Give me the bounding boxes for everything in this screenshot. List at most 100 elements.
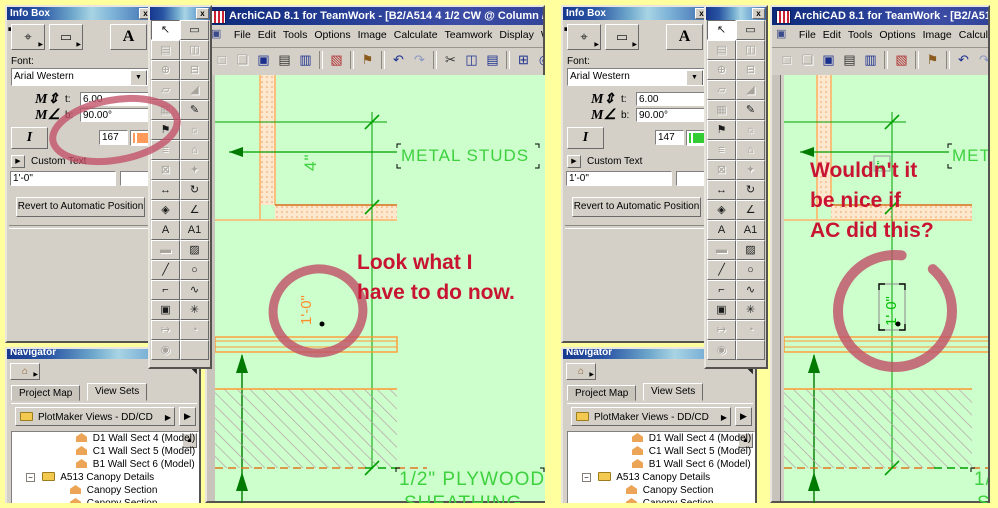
radial-dim-tool-button[interactable]: ↻ [180, 180, 209, 200]
menu-item[interactable]: Display [499, 25, 539, 46]
text-frame-button[interactable]: ▭ ▶ [605, 24, 639, 50]
figure-tool-button[interactable]: ▣ [707, 300, 736, 320]
marquee-tool-button[interactable]: ▭ [736, 20, 765, 40]
arrow-tool-button[interactable]: ↖ [707, 20, 736, 40]
plywood-label-line1[interactable]: 1/2" PLYWOOD [399, 469, 545, 490]
size-field[interactable]: 6.00 [636, 92, 706, 106]
linear-dim-tool-button[interactable]: ↦ [151, 320, 180, 340]
menu-item[interactable]: Calculate [394, 25, 444, 46]
tree-item[interactable]: − Canopy Section [568, 497, 754, 503]
hotspot-tool-button[interactable]: ✳ [736, 300, 765, 320]
text-frame-button[interactable]: ▭ ▶ [49, 24, 83, 50]
new-button[interactable]: □ [211, 50, 232, 71]
next-viewset-button[interactable]: ▶ [179, 407, 196, 426]
pie-tool-button[interactable]: ◔ [736, 320, 765, 340]
dimension-tool-button[interactable]: ↔ [707, 180, 736, 200]
document-window-icon[interactable]: ▣ [211, 27, 221, 40]
dim-1-0-label[interactable]: 1'-0" [298, 295, 315, 325]
tree-item[interactable]: − B1 Wall Sect 6 (Model) [12, 458, 198, 471]
paste-button[interactable]: ▤ [482, 50, 503, 71]
angle-field[interactable]: 90.00° [80, 108, 150, 122]
document-window-icon[interactable]: ▣ [776, 27, 786, 40]
print-button[interactable]: ▤ [839, 50, 860, 71]
lamp-tool-button[interactable]: ☼ [736, 120, 765, 140]
tree-item[interactable]: − C1 Wall Sect 5 (Model) [568, 445, 754, 458]
copy-button[interactable]: ◫ [461, 50, 482, 71]
menu-item[interactable]: File [799, 25, 822, 46]
mesh-tool-button[interactable]: ▦ [707, 100, 736, 120]
dim-1-0-label[interactable]: 1'-0" [883, 296, 900, 326]
close-icon[interactable]: x [752, 8, 765, 19]
angle-field[interactable]: 90.00° [636, 108, 706, 122]
open-button[interactable]: ❏ [797, 50, 818, 71]
plywood-label-line1[interactable]: 1/2" PLYWOOD [974, 469, 990, 490]
cut-button[interactable]: ✂ [440, 50, 461, 71]
publish-button[interactable]: ▧ [326, 50, 347, 71]
font-select[interactable]: Arial Western ▼ [567, 68, 705, 86]
italic-button[interactable]: I [567, 127, 604, 149]
pen-number-field[interactable]: 147 [655, 130, 684, 145]
tab-view-sets[interactable]: View Sets [643, 383, 704, 401]
tree-item[interactable]: − Canopy Section [568, 484, 754, 497]
column-tool-button[interactable]: ⊕ [707, 60, 736, 80]
text-style-button[interactable]: A [110, 24, 147, 50]
stair-tool-button[interactable]: ≡ [707, 140, 736, 160]
polyline-tool-button[interactable]: ⌐ [151, 280, 180, 300]
blank-button[interactable] [180, 340, 209, 360]
fill-tool-button[interactable]: ▨ [736, 240, 765, 260]
collapse-icon[interactable]: − [26, 473, 35, 482]
menu-item[interactable]: Window [541, 25, 543, 46]
roof-tool-button[interactable]: ◢ [736, 80, 765, 100]
undo-button[interactable]: ↶ [388, 50, 409, 71]
slab-tool-button[interactable]: ▱ [707, 80, 736, 100]
drawing-area[interactable]: METAL STUDS 4" 1'-0" [783, 75, 990, 503]
object-tool-button[interactable]: ⌂ [180, 140, 209, 160]
toolpalette-titlebar[interactable]: x [150, 7, 210, 20]
lamp-tool-button[interactable]: ☼ [180, 120, 209, 140]
tree-item[interactable]: − A513 Canopy Details [12, 471, 198, 484]
tree-item[interactable]: − B1 Wall Sect 6 (Model) [568, 458, 754, 471]
menu-item[interactable]: Edit [823, 25, 847, 46]
marquee-tool-button[interactable]: ▭ [180, 20, 209, 40]
camera-tool-button[interactable]: ⊠ [707, 160, 736, 180]
pie-tool-button[interactable]: ◔ [180, 320, 209, 340]
undo-button[interactable]: ↶ [953, 50, 974, 71]
spline-tool-button[interactable]: ∿ [736, 280, 765, 300]
custom-text-field[interactable]: 1'-0" [566, 171, 672, 186]
column-tool-button[interactable]: ⊕ [151, 60, 180, 80]
line-tool-button[interactable]: ╱ [151, 260, 180, 280]
drawing-area[interactable]: 4" METAL STUDS 1'-0" Look what I have to… [214, 75, 545, 503]
window-tool-button[interactable]: ◫ [180, 40, 209, 60]
pen-number-field[interactable]: 167 [99, 130, 128, 145]
angle-dim-tool-button[interactable]: ∠ [180, 200, 209, 220]
label-tool-button[interactable]: A1 [736, 220, 765, 240]
infobox-titlebar[interactable]: Info Box x [563, 7, 709, 20]
spline-tool-button[interactable]: ∿ [180, 280, 209, 300]
menu-item[interactable]: Image [923, 25, 958, 46]
save-button[interactable]: ▣ [253, 50, 274, 71]
print-button[interactable]: ▤ [274, 50, 295, 71]
anchor-mode-button[interactable]: ⌖ ▶ [567, 24, 601, 50]
tree-item[interactable]: − D1 Wall Sect 4 (Model) [12, 432, 198, 445]
tab-project-map[interactable]: Project Map [567, 385, 637, 401]
beam-tool-button[interactable]: ⊟ [180, 60, 209, 80]
toolpalette-titlebar[interactable]: x [706, 7, 766, 20]
plot-button[interactable]: ▥ [295, 50, 316, 71]
menu-item[interactable]: Edit [258, 25, 282, 46]
hotspot-tool-button[interactable]: ✳ [180, 300, 209, 320]
menu-item[interactable]: Options [314, 25, 356, 46]
camera-tool-button[interactable]: ⊠ [151, 160, 180, 180]
metal-studs-label[interactable]: METAL STUDS [401, 146, 529, 165]
custom-text-field[interactable]: 1'-0" [10, 171, 116, 186]
radial-dim-tool-button[interactable]: ↻ [736, 180, 765, 200]
view-set-dropdown[interactable]: PlotMaker Views - DD/CD ▶ [15, 407, 175, 426]
level-dim-tool-button[interactable]: ◈ [151, 200, 180, 220]
wall-tool-button[interactable]: ▤ [707, 40, 736, 60]
collapse-icon[interactable]: − [582, 473, 591, 482]
pencil-tool-button[interactable]: ✎ [736, 100, 765, 120]
redo-button[interactable]: ↷ [409, 50, 430, 71]
view-selector-button[interactable]: ⌂ ▶ [566, 363, 596, 380]
revert-button[interactable]: Revert to Automatic Position [572, 197, 701, 217]
linear-dim-tool-button[interactable]: ↦ [707, 320, 736, 340]
open-button[interactable]: ❏ [232, 50, 253, 71]
